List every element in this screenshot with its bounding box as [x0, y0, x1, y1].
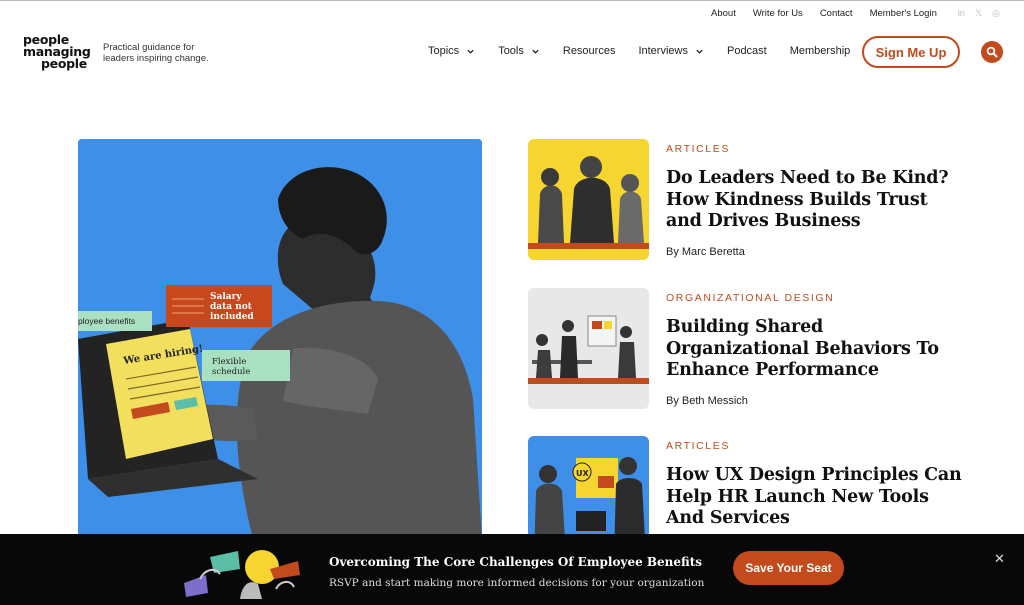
banner-title: Overcoming The Core Challenges Of Employ… — [329, 555, 703, 569]
sign-me-up-button[interactable]: Sign Me Up — [862, 36, 960, 68]
svg-text:ployee benefits: ployee benefits — [78, 316, 135, 326]
article-title[interactable]: How UX Design Principles Can Help HR Lau… — [666, 465, 966, 530]
nav-podcast-label: Podcast — [726, 45, 767, 57]
article-title[interactable]: Do Leaders Need to Be Kind? How Kindness… — [666, 168, 966, 233]
top-links: About Write for Us Contact Member's Logi… — [711, 8, 1000, 19]
nav-podcast[interactable]: Podcast — [727, 45, 767, 57]
article-meta-1: ARTICLES Do Leaders Need to Be Kind? How… — [666, 139, 966, 258]
nav-tools-label: Tools — [498, 45, 524, 57]
contact-link[interactable]: Contact — [820, 8, 853, 19]
article-byline: By Marc Beretta — [666, 245, 745, 258]
article-meta-3: ARTICLES How UX Design Principles Can He… — [666, 436, 966, 530]
chevron-down-icon — [696, 49, 703, 54]
site-logo[interactable]: people managing people — [23, 33, 93, 71]
nav-membership-label: Membership — [789, 45, 851, 57]
article-thumbnail-1[interactable] — [528, 139, 649, 260]
nav-topics-label: Topics — [428, 45, 460, 57]
linkedin-icon[interactable]: in — [958, 8, 965, 19]
x-icon[interactable]: 𝕏 — [975, 8, 982, 19]
site-header: people managing people Practical guidanc… — [0, 24, 1024, 82]
article-meta-2: ORGANIZATIONAL DESIGN Building Shared Or… — [666, 288, 966, 407]
svg-text:Salary: Salary — [210, 292, 242, 302]
write-for-us-link[interactable]: Write for Us — [753, 8, 803, 19]
search-button[interactable] — [981, 41, 1003, 63]
hero-illustration: We are hiring! Salary data not included … — [78, 139, 482, 539]
ux-badge: UX — [576, 469, 589, 478]
site-tagline: Practical guidance for leaders inspiring… — [103, 42, 209, 64]
article-category[interactable]: ARTICLES — [666, 143, 966, 155]
chevron-down-icon — [467, 49, 474, 54]
svg-text:data not: data not — [210, 302, 253, 312]
svg-text:included: included — [210, 312, 254, 322]
article-category[interactable]: ARTICLES — [666, 440, 966, 452]
about-link[interactable]: About — [711, 8, 736, 19]
nav-tools[interactable]: Tools — [498, 45, 540, 57]
main-nav: Topics Tools Resources Interviews Podcas… — [428, 45, 873, 57]
article-category[interactable]: ORGANIZATIONAL DESIGN — [666, 292, 966, 304]
nav-topics[interactable]: Topics — [428, 45, 475, 57]
logo-line-3: people — [41, 56, 87, 71]
article-title[interactable]: Building Shared Organizational Behaviors… — [666, 317, 966, 382]
member-login-link[interactable]: Member's Login — [870, 8, 937, 19]
social-links: in 𝕏 ◎ — [958, 8, 1000, 19]
banner-subtitle: RSVP and start making more informed deci… — [329, 577, 705, 589]
svg-text:schedule: schedule — [212, 367, 250, 377]
search-icon — [986, 46, 998, 58]
chevron-down-icon — [532, 49, 539, 54]
instagram-icon[interactable]: ◎ — [992, 8, 1000, 19]
nav-membership[interactable]: Membership — [790, 45, 851, 57]
close-icon[interactable]: ✕ — [994, 551, 1005, 567]
nav-interviews-label: Interviews — [638, 45, 688, 57]
save-your-seat-button[interactable]: Save Your Seat — [733, 551, 844, 585]
top-utility-bar: About Write for Us Contact Member's Logi… — [0, 0, 1024, 24]
article-byline: By Beth Messich — [666, 394, 748, 407]
promo-banner: Overcoming The Core Challenges Of Employ… — [0, 534, 1024, 605]
article-1-image — [528, 139, 649, 260]
featured-article-image[interactable]: We are hiring! Salary data not included … — [78, 139, 482, 539]
banner-illustration — [184, 550, 300, 599]
article-thumbnail-2[interactable] — [528, 288, 649, 409]
nav-resources-label: Resources — [562, 45, 616, 57]
nav-resources[interactable]: Resources — [563, 45, 616, 57]
article-2-image — [528, 288, 649, 409]
nav-interviews[interactable]: Interviews — [638, 45, 704, 57]
svg-text:Flexible: Flexible — [212, 357, 246, 367]
